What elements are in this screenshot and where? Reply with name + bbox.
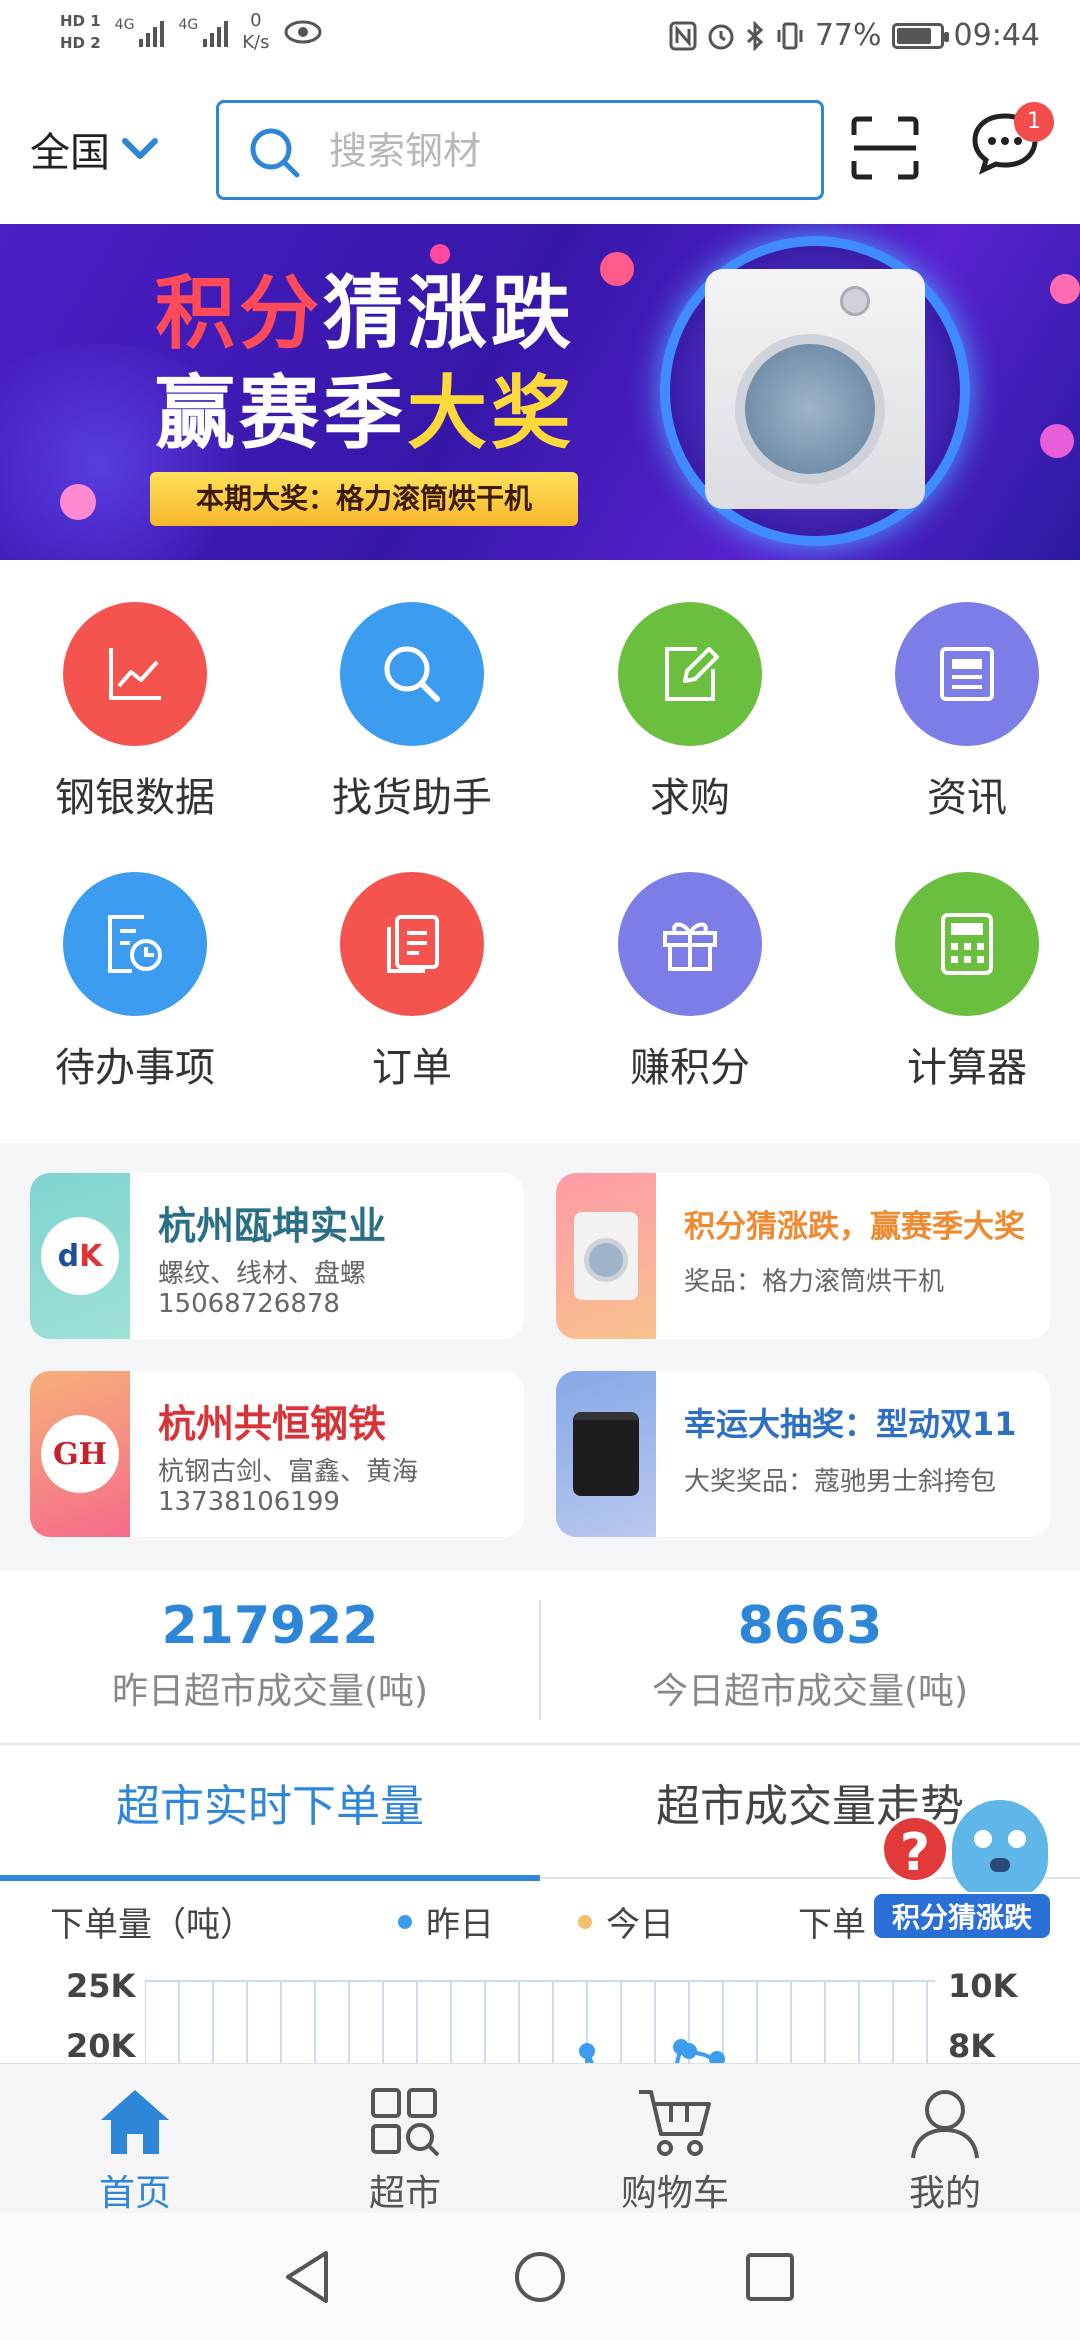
vibrate-icon <box>777 22 803 49</box>
y-tick-right: 10K <box>948 1967 1018 2005</box>
home-circle-icon[interactable] <box>512 2249 568 2305</box>
data-point <box>579 2043 595 2059</box>
float-promo-label: 积分猜涨跌 <box>872 1892 1052 1940</box>
profile-icon <box>911 2090 979 2159</box>
y-tick-right: 8K <box>948 2027 996 2063</box>
stat-yesterday: 217922 昨日超市成交量(吨) <box>111 1596 429 1712</box>
todo-icon <box>63 872 207 1016</box>
dryer-thumbnail <box>556 1173 656 1339</box>
top-bar: 全国 1 <box>0 80 1080 220</box>
question-icon: ? <box>880 1814 950 1884</box>
recents-icon[interactable] <box>744 2251 796 2303</box>
cart-icon <box>639 2090 711 2156</box>
chevron-down-icon <box>122 138 158 159</box>
bag-thumbnail <box>556 1371 656 1537</box>
nav-profile[interactable]: 我的 <box>810 2064 1080 2214</box>
stat-today: 8663 今日超市成交量(吨) <box>651 1596 969 1712</box>
guess-promo-float[interactable]: ? 积分猜涨跌 <box>872 1800 1058 1950</box>
signal-icon-2: 4G <box>178 17 229 47</box>
card-ouKun[interactable]: dK 杭州瓯坤实业 螺纹、线材、盘螺 15068726878 <box>30 1173 524 1339</box>
calculator-icon <box>895 872 1039 1016</box>
news-icon <box>895 602 1039 746</box>
nfc-icon <box>669 21 697 50</box>
market-icon <box>371 2088 440 2157</box>
feature-grid: 钢银数据 找货助手 求购 资讯 待办事项 订单 赚积分 计算器 <box>0 580 1080 1140</box>
tab-realtime-orders[interactable]: 超市实时下单量 <box>0 1747 540 1881</box>
message-button[interactable]: 1 <box>970 102 1054 180</box>
data-point <box>681 2043 697 2059</box>
chart-icon <box>63 602 207 746</box>
alarm-icon <box>708 24 734 49</box>
banner-title: 积分猜涨跌 <box>155 267 575 360</box>
banner-subtitle: 赢赛季大奖 <box>155 367 575 460</box>
company-logo: GH <box>30 1371 130 1537</box>
legend-yesterday: 昨日 <box>398 1897 494 1946</box>
scan-icon[interactable] <box>850 115 920 181</box>
volume-stats: 217922 昨日超市成交量(吨) 8663 今日超市成交量(吨) <box>0 1570 1080 1745</box>
card-lucky-draw[interactable]: 幸运大抽奖：型动双11 大奖奖品：蔻驰男士斜挎包 <box>556 1371 1050 1537</box>
grid-item-calculator[interactable]: 计算器 <box>832 850 1080 1110</box>
promo-banner[interactable]: 积分猜涨跌 赢赛季大奖 本期大奖：格力滚筒烘干机 <box>0 224 1080 560</box>
grid-item-finder[interactable]: 找货助手 <box>277 580 547 840</box>
card-gongheng[interactable]: GH 杭州共恒钢铁 杭钢古剑、富鑫、黄海 13738106199 <box>30 1371 524 1537</box>
system-navigation <box>0 2213 1080 2340</box>
bottom-nav: 首页 超市 购物车 我的 <box>0 2063 1080 2214</box>
grid-item-news[interactable]: 资讯 <box>832 580 1080 840</box>
edit-icon <box>618 602 762 746</box>
back-icon[interactable] <box>282 2249 332 2305</box>
y-tick: 20K <box>66 2027 136 2063</box>
search-box[interactable] <box>216 100 824 200</box>
search-input[interactable] <box>329 123 789 179</box>
grid-item-data[interactable]: 钢银数据 <box>0 580 270 840</box>
gift-icon <box>618 872 762 1016</box>
nav-market[interactable]: 超市 <box>270 2064 540 2214</box>
legend-today: 今日 <box>578 1897 674 1946</box>
promo-cards: dK 杭州瓯坤实业 螺纹、线材、盘螺 15068726878 积分猜涨跌，赢赛季… <box>0 1143 1080 1570</box>
network-speed: 0 K/s <box>242 10 270 53</box>
region-selector[interactable]: 全国 <box>30 120 158 178</box>
grid-item-todo[interactable]: 待办事项 <box>0 850 270 1110</box>
bluetooth-icon <box>746 20 764 51</box>
order-icon <box>340 872 484 1016</box>
message-badge: 1 <box>1014 102 1054 142</box>
card-guess-promo[interactable]: 积分猜涨跌，赢赛季大奖 奖品：格力滚筒烘干机 <box>556 1173 1050 1339</box>
status-bar: HD 1 HD 2 4G 4G 0 K/s 77% 09:44 <box>0 0 1080 80</box>
region-label: 全国 <box>30 130 110 176</box>
y-axis-label: 下单量（吨） <box>50 1905 254 1945</box>
y-tick: 25K <box>66 1967 136 2005</box>
hd-indicator: HD 1 HD 2 <box>60 12 101 52</box>
battery-percent: 77% <box>814 18 882 53</box>
grid-item-purchase[interactable]: 求购 <box>555 580 825 840</box>
nav-home[interactable]: 首页 <box>0 2064 270 2214</box>
battery-icon <box>891 22 949 49</box>
y-axis-label-right: 下单 <box>798 1905 866 1945</box>
nav-cart[interactable]: 购物车 <box>540 2064 810 2214</box>
search-icon <box>340 602 484 746</box>
company-logo: dK <box>30 1173 130 1339</box>
clock: 09:44 <box>953 18 1040 53</box>
signal-icon: 4G <box>115 17 165 47</box>
mascot-image <box>952 1800 1048 1900</box>
home-icon <box>101 2090 169 2154</box>
search-icon <box>250 128 300 178</box>
grid-item-points[interactable]: 赚积分 <box>555 850 825 1110</box>
eye-icon <box>284 20 322 44</box>
chart-plot-area <box>145 1980 935 2063</box>
banner-prize-strip: 本期大奖：格力滚筒烘干机 <box>150 472 578 526</box>
grid-item-orders[interactable]: 订单 <box>277 850 547 1110</box>
